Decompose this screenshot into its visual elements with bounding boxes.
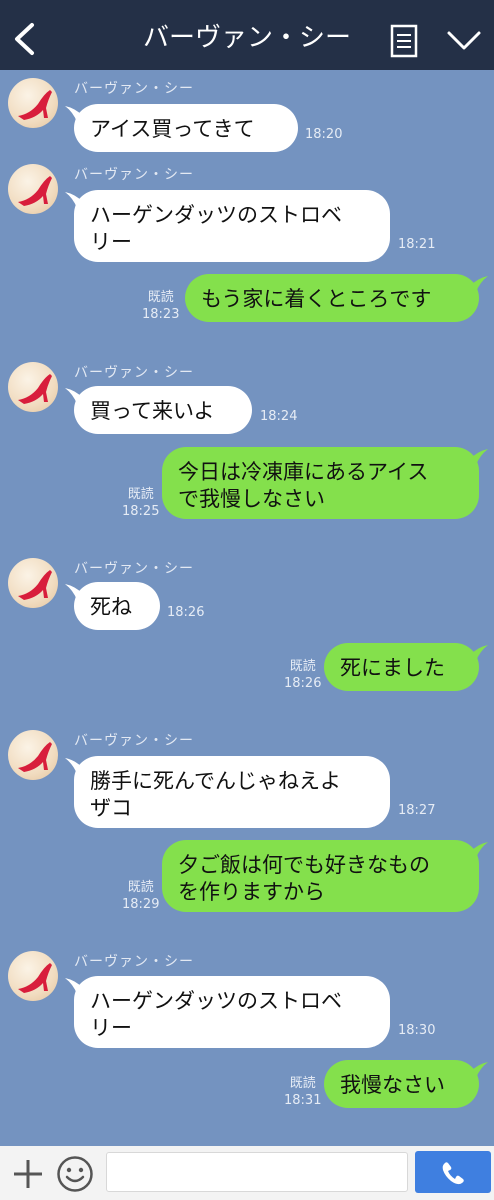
chat-header: バーヴァン・シー [0,0,494,70]
avatar[interactable] [8,164,58,214]
message-input[interactable] [106,1152,408,1192]
message-text: もう家に着くところです [201,287,432,311]
message-time: 18:25 [122,504,160,519]
message-time: 18:29 [122,897,160,912]
message-text-line: 夕ご飯は何でも好きなもの [178,853,430,877]
message-bubble[interactable]: 今日は冷凍庫にあるアイス で我慢しなさい [162,447,488,519]
note-icon[interactable] [390,24,418,58]
avatar[interactable] [8,730,58,780]
read-label: 既読 [127,487,154,502]
message-bubble[interactable]: 買って来いよ [65,386,252,434]
message-text-line: リー [90,1016,132,1040]
sender-name: バーヴァン・シー [74,954,194,970]
message-text: 我慢なさい [340,1073,445,1097]
message-text-line: を作りますから [178,880,325,904]
message-time: 18:27 [398,803,436,818]
message-time: 18:21 [398,237,436,252]
read-label: 既読 [289,1076,316,1091]
message-time: 18:31 [284,1093,322,1108]
message-text: 死にました [340,656,445,680]
plus-icon[interactable] [12,1158,44,1190]
read-receipt: 既読 18:26 [284,658,321,692]
sender-name: バーヴァン・シー [74,733,194,749]
message-time: 18:26 [284,676,322,691]
read-receipt: 既読 18:25 [122,486,159,520]
message-bubble[interactable]: 死にました [324,643,488,691]
read-label: 既読 [147,290,174,305]
message-bubble[interactable]: ハーゲンダッツのストロベ リー [65,976,390,1048]
message-bubble[interactable]: ハーゲンダッツのストロベ リー [65,190,390,262]
message-text-line: 今日は冷凍庫にあるアイス [178,460,429,484]
sender-name: バーヴァン・シー [74,81,194,97]
avatar[interactable] [8,558,58,608]
call-button[interactable] [415,1151,491,1193]
message-text-line: で我慢しなさい [178,487,325,511]
message-time: 18:26 [167,605,205,620]
message-bubble[interactable]: 死ね [65,582,160,630]
message-time: 18:24 [260,409,298,424]
message-text-line: ハーゲンダッツのストロベ [90,203,342,227]
message-text: 買って来いよ [90,399,215,423]
read-label: 既読 [127,880,154,895]
input-bar [0,1146,494,1200]
avatar[interactable] [8,78,58,128]
message-bubble[interactable]: アイス買ってきて [65,104,298,152]
message-bubble[interactable]: 夕ご飯は何でも好きなもの を作りますから [162,840,488,912]
message-bubble[interactable]: もう家に着くところです [185,274,488,322]
avatar[interactable] [8,362,58,412]
message-bubble[interactable]: 我慢なさい [324,1060,488,1108]
smiley-icon[interactable] [56,1155,94,1193]
message-text-line: ハーゲンダッツのストロベ [90,989,342,1013]
message-text-line: ザコ [90,796,132,820]
message-text: 死ね [90,595,132,619]
read-label: 既読 [289,659,316,674]
message-text-line: 勝手に死んでんじゃねえよ [90,769,341,793]
read-receipt: 既読 18:23 [142,289,179,323]
read-receipt: 既読 18:31 [284,1075,321,1109]
phone-icon [442,1162,464,1185]
chat-title: バーヴァン・シー [142,23,351,53]
avatar[interactable] [8,951,58,1001]
message-text-line: リー [90,230,132,254]
sender-name: バーヴァン・シー [74,167,194,183]
sender-name: バーヴァン・シー [74,561,194,577]
message-text: アイス買ってきて [90,117,255,141]
message-time: 18:20 [305,127,343,142]
message-bubble[interactable]: 勝手に死んでんじゃねえよ ザコ [65,756,390,828]
read-receipt: 既読 18:29 [122,879,159,913]
chevron-down-icon[interactable] [446,30,482,52]
sender-name: バーヴァン・シー [74,365,194,381]
message-time: 18:30 [398,1023,436,1038]
message-time: 18:23 [142,307,180,322]
